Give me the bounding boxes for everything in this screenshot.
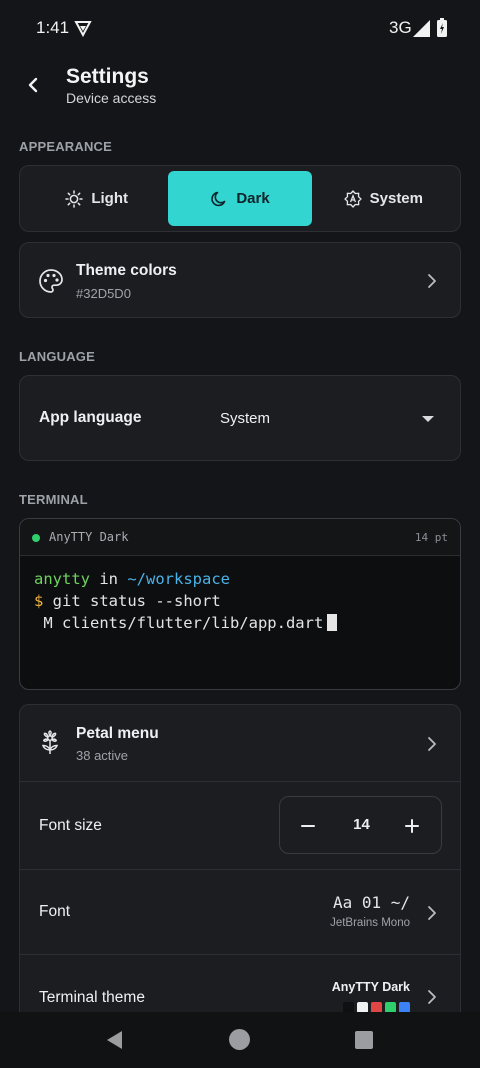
dropdown-arrow-icon [422, 416, 434, 422]
status-bar: 1:41 3G [0, 0, 480, 56]
network-type: 3G [389, 18, 412, 37]
terminal-theme-name: AnyTTY Dark [49, 530, 129, 544]
terminal-path: ~/workspace [127, 570, 230, 588]
font-row[interactable]: Font [20, 870, 460, 954]
theme-mode-dark[interactable]: Dark [168, 171, 312, 226]
font-preview: Aa 01 ~/ [332, 893, 410, 912]
font-size-label: Font size [39, 817, 102, 834]
chevron-right-icon [428, 274, 436, 288]
terminal-font-size: 14 pt [414, 531, 448, 544]
chevron-right-icon [428, 990, 436, 1004]
theme-mode-light[interactable]: Light [25, 171, 168, 226]
terminal-prompt: $ [34, 592, 44, 610]
theme-mode-selector: Light Dark System [19, 165, 461, 232]
plus-icon [405, 819, 419, 833]
page-title: Settings [66, 65, 149, 88]
moon-icon [211, 191, 226, 206]
petal-menu-row[interactable]: Petal menu 38 active [20, 705, 460, 781]
page-subtitle: Device access [66, 90, 157, 106]
auto-icon [343, 189, 362, 208]
terminal-user: anytty [34, 570, 90, 588]
system-nav-bar [0, 1012, 480, 1068]
terminal-theme-value: AnyTTY Dark [331, 980, 410, 994]
terminal-line-1: anytty in ~/workspace [34, 568, 460, 590]
vpn-icon [74, 21, 92, 37]
terminal-command: git status --short [43, 592, 221, 610]
font-label: Font [39, 903, 71, 920]
nav-home-icon[interactable] [229, 1029, 250, 1050]
terminal-output: M clients/flutter/lib/app.dart [34, 614, 324, 632]
theme-colors-title: Theme colors [76, 262, 177, 279]
status-dot-icon [32, 534, 40, 542]
theme-mode-light-label: Light [91, 190, 128, 207]
terminal-preview-body: anytty in ~/workspace $ git status --shor… [20, 556, 460, 634]
petal-menu-subtitle: 38 active [76, 748, 129, 763]
app-language-label: App language [39, 409, 142, 426]
theme-mode-system[interactable]: System [312, 171, 455, 226]
terminal-in-word: in [90, 570, 128, 588]
status-time: 1:41 [36, 18, 70, 37]
terminal-preview: AnyTTY Dark 14 pt anytty in ~/workspace $… [19, 518, 461, 690]
sun-icon [65, 189, 84, 208]
back-arrow-icon [28, 77, 38, 93]
section-label-language: LANGUAGE [19, 349, 95, 364]
nav-back-icon[interactable] [104, 1029, 126, 1051]
theme-mode-dark-label: Dark [236, 190, 270, 207]
terminal-line-3: M clients/flutter/lib/app.dart [34, 612, 460, 634]
flower-icon [41, 730, 59, 754]
nav-recents-icon[interactable] [355, 1031, 373, 1049]
increase-font-size-button[interactable] [400, 814, 424, 838]
theme-mode-system-label: System [369, 190, 423, 207]
terminal-preview-header: AnyTTY Dark 14 pt [20, 519, 460, 556]
petal-menu-title: Petal menu [76, 725, 159, 742]
theme-colors-row[interactable]: Theme colors #32D5D0 [19, 242, 461, 318]
theme-colors-value: #32D5D0 [76, 286, 131, 301]
app-language-dropdown[interactable]: App language System [19, 375, 461, 461]
font-size-stepper: 14 [279, 796, 442, 854]
terminal-settings-card: Petal menu 38 active Font size 14 Font A… [19, 704, 461, 1024]
app-language-value: System [220, 410, 271, 427]
back-button[interactable] [20, 72, 46, 98]
font-name: JetBrains Mono [330, 917, 410, 929]
chevron-right-icon [428, 737, 436, 751]
section-label-terminal: TERMINAL [19, 492, 88, 507]
chevron-right-icon [428, 906, 436, 920]
terminal-theme-label: Terminal theme [39, 989, 145, 1006]
section-label-appearance: APPEARANCE [19, 139, 113, 154]
palette-icon [39, 269, 63, 293]
terminal-cursor [327, 614, 338, 631]
signal-icon [413, 20, 430, 37]
battery-charging-icon [437, 18, 447, 37]
terminal-line-2: $ git status --short [34, 590, 460, 612]
